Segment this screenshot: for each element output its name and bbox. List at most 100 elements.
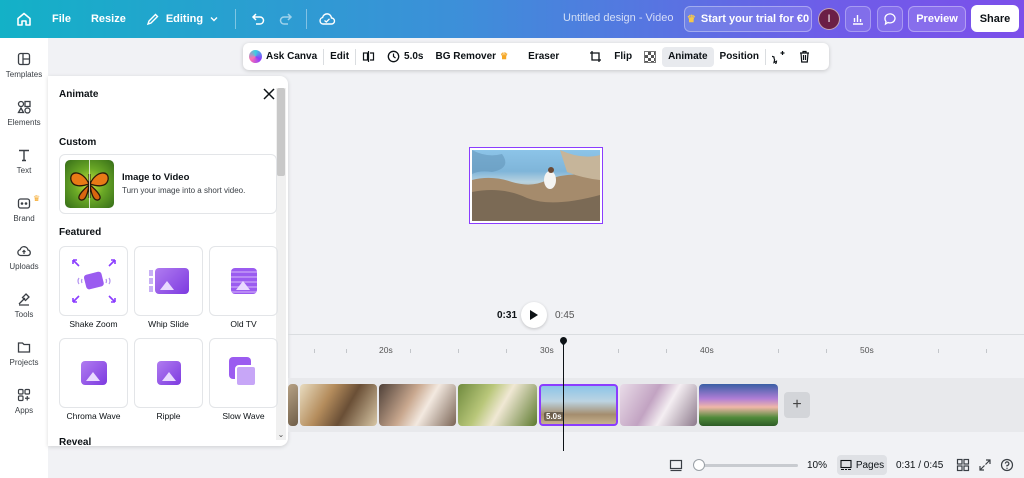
edit-label: Edit [330,51,350,62]
zoom-slider-handle[interactable] [693,459,705,471]
ruler-label-40s: 40s [700,345,714,355]
trash-icon [799,50,809,63]
add-comment-button[interactable] [766,43,792,70]
rail-item-text[interactable]: Text [0,148,48,192]
notes-icon[interactable] [669,458,683,472]
folder-icon [17,342,31,353]
resize-button[interactable]: Resize [91,13,126,25]
current-time: 0:31 [497,310,518,321]
file-menu-button[interactable]: File [52,13,71,25]
comments-button[interactable] [877,6,903,32]
ruler-label-50s: 50s [860,345,874,355]
rail-item-brand[interactable]: ♛ Brand [0,194,48,240]
ruler-tick [666,349,667,353]
duration-button[interactable]: 5.0s [381,43,429,70]
chevron-down-icon[interactable]: ⌄ [277,430,285,440]
rail-item-elements[interactable]: Elements [0,100,48,144]
templates-icon [17,52,31,66]
animation-tile-ripple[interactable] [134,338,203,408]
animation-tile-old-tv[interactable] [209,246,278,316]
rail-item-uploads[interactable]: Uploads [0,244,48,288]
ask-canva-button[interactable]: Ask Canva [243,43,323,70]
undo-icon[interactable] [248,9,268,29]
animation-tile-whip-slide[interactable] [134,246,203,316]
playhead-line[interactable] [563,339,564,451]
elements-icon [17,100,31,114]
zoom-level[interactable]: 10% [807,460,827,471]
divider [306,9,308,29]
fullscreen-icon[interactable] [978,458,992,472]
share-button[interactable]: Share [971,5,1019,32]
position-button[interactable]: Position [714,43,765,70]
stacked-photo-icon [228,357,259,389]
crop-split-button[interactable] [356,43,381,70]
timeline-clip[interactable] [288,384,298,426]
home-icon[interactable] [12,7,36,31]
clock-icon [387,50,400,63]
section-heading-custom: Custom [59,137,97,148]
section-heading-featured: Featured [59,227,102,238]
timeline-clip[interactable] [300,384,377,426]
beach-wedding-photo [472,150,600,221]
rail-item-apps[interactable]: Apps [0,388,48,432]
animation-tile-slow-wave[interactable] [209,338,278,408]
ruler-label-30s: 30s [540,345,554,355]
bottom-bar: 10% Pages 0:31 / 0:45 [48,452,1024,478]
scrollbar-thumb[interactable] [277,88,285,176]
transparency-button[interactable] [638,43,662,70]
image-to-video-card[interactable]: Image to Video Turn your image into a sh… [59,154,277,214]
timeline-ruler[interactable]: 20s 30s 40s 50s [288,334,1024,364]
eraser-button[interactable]: Eraser [522,43,565,70]
insights-button[interactable] [845,6,871,32]
flip-button[interactable]: Flip [608,43,638,70]
pages-button[interactable]: Pages [837,455,887,475]
timeline-clip[interactable] [379,384,456,426]
play-button[interactable] [521,302,547,328]
image-to-video-desc: Turn your image into a short video. [122,186,246,195]
timeline-clip[interactable] [458,384,537,426]
tile-label: Old TV [230,319,257,329]
animation-tile-chroma-wave[interactable] [59,338,128,408]
add-clip-button[interactable]: + [784,392,810,418]
edit-button[interactable]: Edit [324,43,355,70]
animate-button[interactable]: Animate [662,46,714,67]
editing-mode-button[interactable]: Editing [146,12,219,26]
rail-item-templates[interactable]: Templates [0,52,48,96]
tile-label: Whip Slide [148,319,189,329]
editing-label: Editing [165,13,204,25]
timeline-clip-selected[interactable]: 5.0s [539,384,618,426]
cloud-sync-icon[interactable] [317,9,337,29]
transparency-icon [644,50,657,63]
help-icon[interactable] [1000,458,1014,472]
redo-icon[interactable] [276,9,296,29]
bar-chart-icon [853,15,863,25]
document-title[interactable]: Untitled design - Video [563,12,673,24]
photo-icon [154,268,189,294]
bg-remover-button[interactable]: BG Remover ♛ [430,43,515,70]
start-trial-button[interactable]: ♛ Start your trial for €0 [684,6,812,32]
crop-button[interactable] [583,43,608,70]
timeline-clip[interactable] [620,384,697,426]
design-canvas-page[interactable] [469,147,603,224]
timeline-clip[interactable] [699,384,778,426]
rail-item-projects[interactable]: Projects [0,340,48,384]
panel-title: Animate [59,89,99,100]
rail-label-templates: Templates [5,70,43,79]
chevron-down-icon [210,17,218,22]
position-label: Position [719,51,759,62]
photo-icon [156,361,181,385]
zoom-slider-track[interactable] [698,464,798,467]
delete-button[interactable] [792,43,817,70]
animate-panel: Animate ⌄ Custom Image to Video Turn you… [48,76,288,446]
avatar[interactable]: I [818,8,840,30]
tools-icon [18,293,30,306]
preview-button[interactable]: Preview [908,6,966,32]
ruler-tick [314,349,315,353]
butterfly-thumbnail [65,160,114,208]
canva-ai-icon [249,50,262,63]
grid-view-icon[interactable] [956,458,970,472]
rail-item-tools[interactable]: Tools [0,292,48,336]
ruler-tick [986,349,987,353]
close-icon[interactable] [262,87,276,101]
animation-tile-shake-zoom[interactable] [59,246,128,316]
